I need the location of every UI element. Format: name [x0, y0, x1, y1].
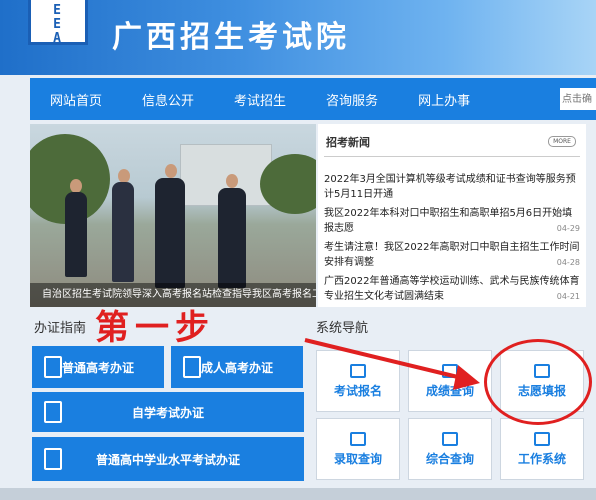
annotation-arrow [304, 338, 480, 390]
annotation-circle [484, 339, 592, 425]
arrow-head [453, 365, 480, 390]
arrow-line [304, 338, 463, 380]
footer-strip [0, 488, 596, 500]
